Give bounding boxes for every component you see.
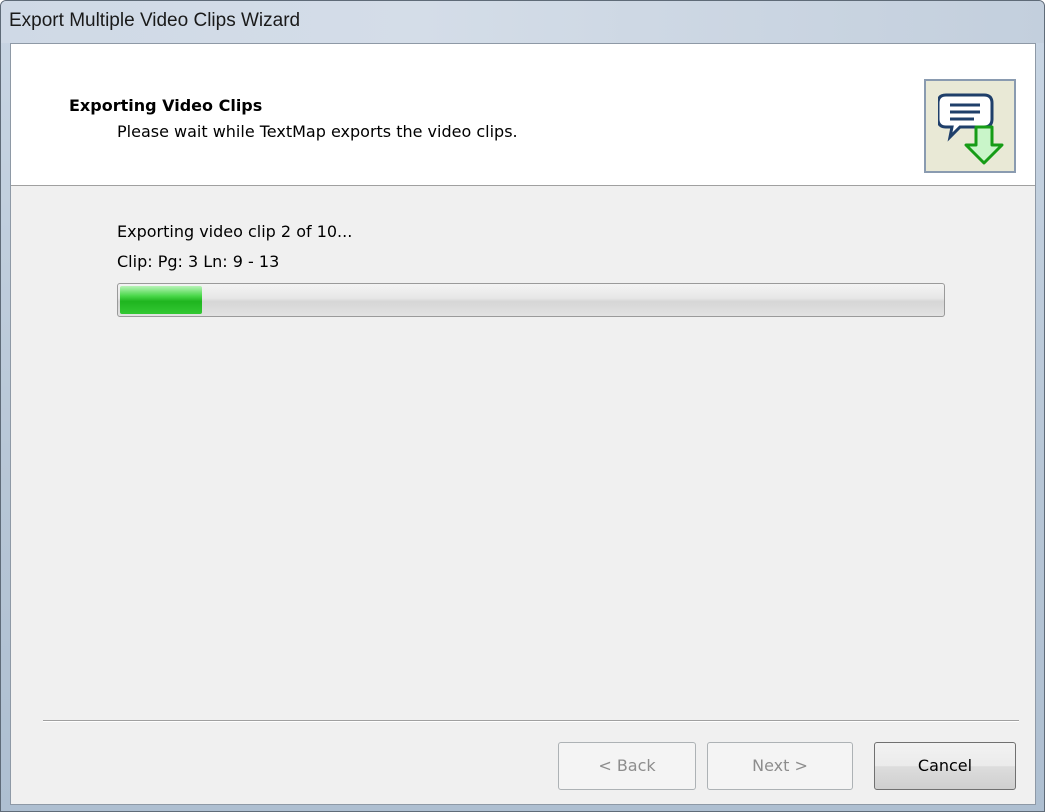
export-progress-bar xyxy=(117,283,945,317)
title-bar[interactable]: Export Multiple Video Clips Wizard xyxy=(1,1,1044,43)
progress-bar-fill xyxy=(120,286,202,314)
clip-info-text: Clip: Pg: 3 Ln: 9 - 13 xyxy=(117,252,280,271)
wizard-body: Exporting Video Clips Please wait while … xyxy=(10,43,1036,805)
page-subtitle: Please wait while TextMap exports the vi… xyxy=(117,122,518,141)
window-title: Export Multiple Video Clips Wizard xyxy=(9,10,301,31)
cancel-button[interactable]: Cancel xyxy=(874,742,1016,790)
wizard-window: Export Multiple Video Clips Wizard Expor… xyxy=(0,0,1045,812)
back-button[interactable]: < Back xyxy=(558,742,696,790)
page-title: Exporting Video Clips xyxy=(69,96,263,115)
footer-separator xyxy=(43,720,1019,722)
wizard-header: Exporting Video Clips Please wait while … xyxy=(11,44,1035,186)
chat-bubble-download-icon xyxy=(924,79,1016,173)
export-status-text: Exporting video clip 2 of 10... xyxy=(117,222,353,241)
next-button[interactable]: Next > xyxy=(707,742,853,790)
